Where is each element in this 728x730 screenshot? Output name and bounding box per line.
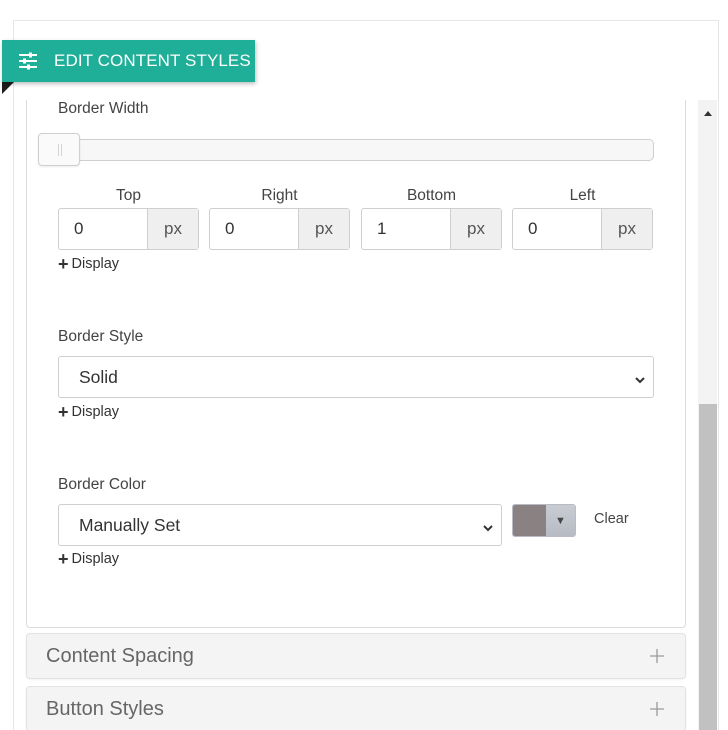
border-color-picker[interactable]: ▼ [512, 504, 576, 537]
border-style-value: Solid [79, 366, 118, 387]
expand-plus-icon [629, 648, 685, 664]
chevron-down-icon [482, 518, 494, 539]
border-bottom-unit: px [450, 209, 501, 249]
side-label-right: Right [261, 187, 298, 204]
border-style-display-toggle[interactable]: + Display [58, 403, 119, 421]
section-label: Content Spacing [46, 644, 194, 667]
side-label-top: Top [116, 187, 141, 204]
border-right-input-group: 0 px [209, 208, 350, 250]
border-style-select[interactable]: Solid [58, 356, 654, 398]
border-color-mode-select[interactable]: Manually Set [58, 504, 502, 546]
side-label-bottom: Bottom [406, 187, 457, 204]
border-right-unit: px [298, 209, 349, 249]
expand-plus-icon [629, 701, 685, 717]
border-left-unit: px [601, 209, 652, 249]
content-spacing-section[interactable]: Content Spacing [26, 633, 686, 679]
border-style-label: Border Style [58, 328, 144, 345]
display-link-label: Display [71, 256, 120, 272]
button-styles-section[interactable]: Button Styles [26, 686, 686, 730]
section-label: Button Styles [46, 697, 164, 720]
border-width-display-toggle[interactable]: + Display [58, 255, 119, 273]
header-ribbon-fold [2, 82, 14, 94]
border-color-mode-value: Manually Set [79, 514, 181, 535]
caret-down-icon: ▼ [546, 505, 575, 536]
edit-content-styles-header: EDIT CONTENT STYLES [2, 40, 255, 82]
border-left-input-group: 0 px [512, 208, 653, 250]
display-link-label: Display [71, 551, 120, 567]
border-width-slider-track[interactable] [58, 139, 654, 161]
color-swatch [513, 505, 546, 536]
plus-icon: + [58, 549, 69, 569]
border-color-display-toggle[interactable]: + Display [58, 550, 119, 568]
border-top-input-group: 0 px [58, 208, 199, 250]
scroll-up-arrow-icon[interactable] [698, 100, 717, 126]
border-width-label: Border Width [58, 100, 149, 117]
chevron-down-icon [634, 370, 646, 391]
scrollbar-thumb[interactable] [699, 404, 717, 730]
border-top-input[interactable]: 0 [59, 209, 147, 249]
border-right-input[interactable]: 0 [210, 209, 298, 249]
border-width-slider-handle[interactable] [38, 133, 80, 166]
side-label-left: Left [569, 187, 596, 204]
border-bottom-input-group: 1 px [361, 208, 502, 250]
border-bottom-input[interactable]: 1 [362, 209, 450, 249]
sliders-icon [2, 52, 54, 70]
display-link-label: Display [71, 404, 120, 420]
border-color-label: Border Color [58, 476, 146, 493]
border-top-unit: px [147, 209, 198, 249]
plus-icon: + [58, 402, 69, 422]
plus-icon: + [58, 254, 69, 274]
header-title: EDIT CONTENT STYLES [54, 51, 251, 70]
border-left-input[interactable]: 0 [513, 209, 601, 249]
clear-color-link[interactable]: Clear [594, 511, 629, 527]
